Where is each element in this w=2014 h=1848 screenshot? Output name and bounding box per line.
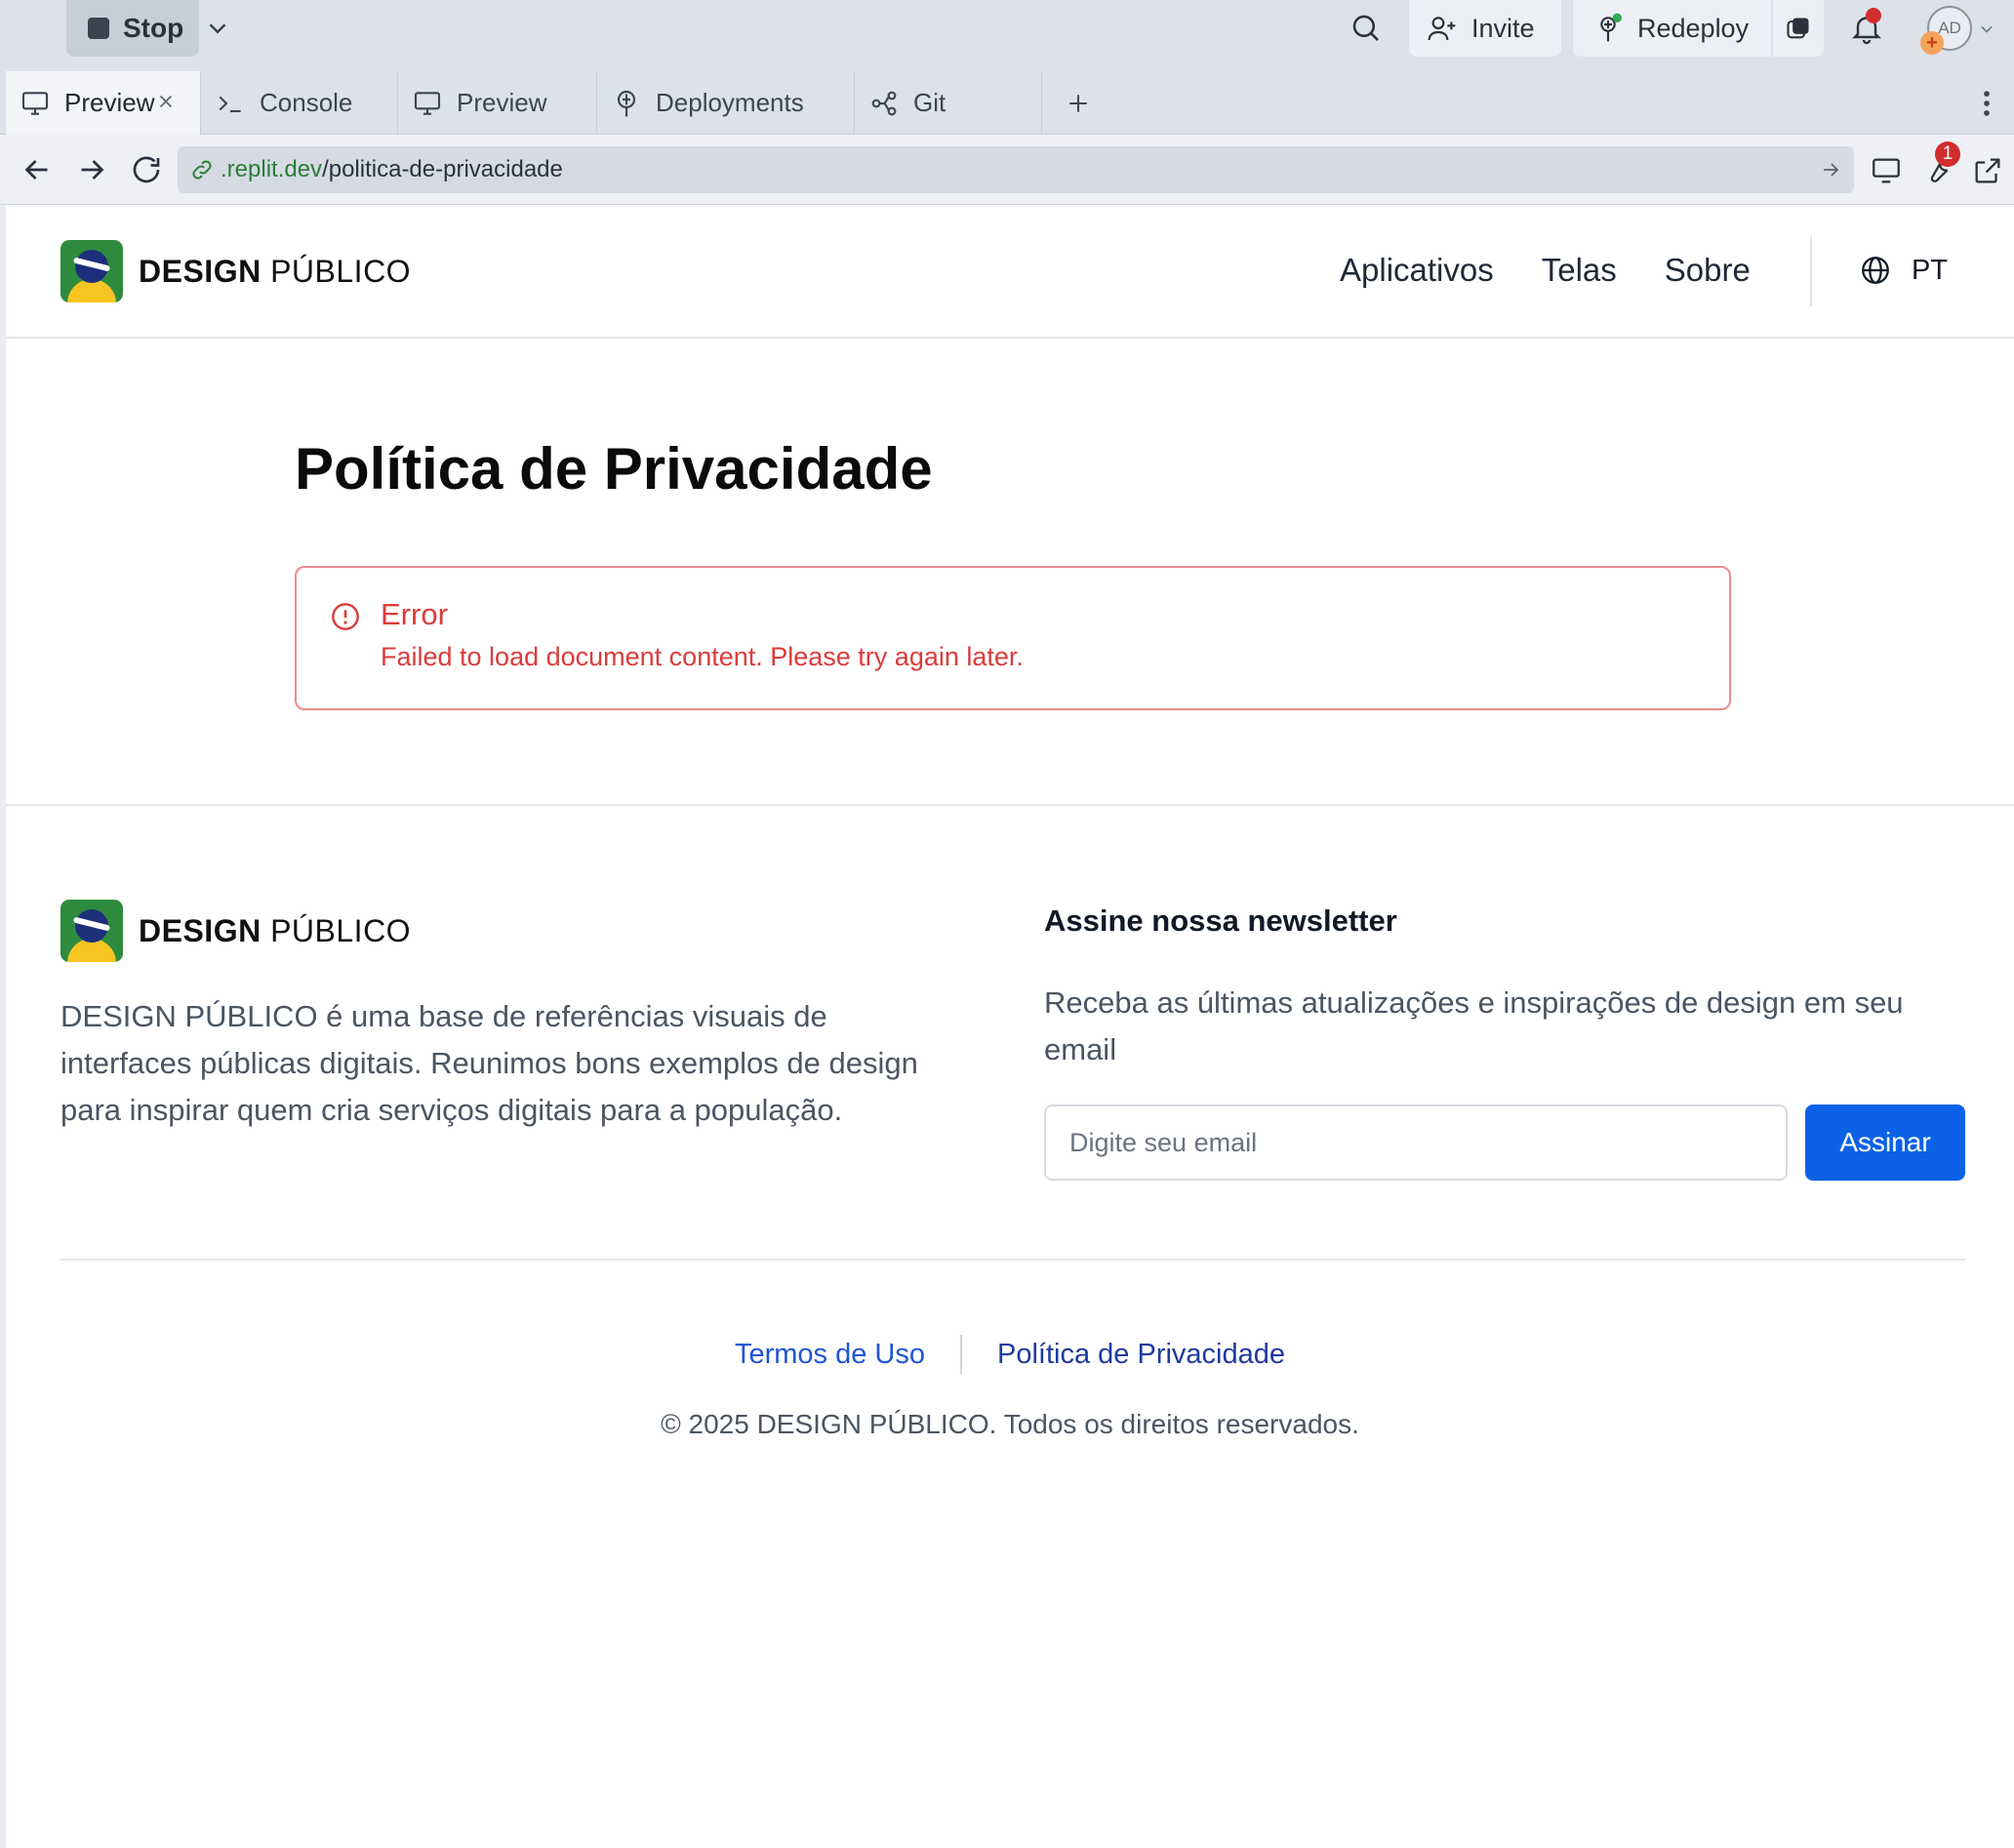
device-preview-icon[interactable] <box>1870 154 1903 187</box>
monitor-icon <box>21 91 49 115</box>
tab-preview-active[interactable]: Preview <box>6 71 201 135</box>
error-alert: Error Failed to load document content. P… <box>295 566 1731 710</box>
add-user-icon <box>1428 17 1456 41</box>
footer-divider <box>60 1259 1965 1261</box>
page-title: Política de Privacidade <box>295 436 933 502</box>
terms-link[interactable]: Termos de Uso <box>735 1339 925 1371</box>
monitor-icon <box>414 91 441 115</box>
main-nav: Aplicativos Telas Sobre <box>1340 252 1751 289</box>
toggle-pane-button[interactable] <box>1773 0 1824 57</box>
avatar-badge: + <box>1920 31 1944 55</box>
site-footer: DESIGN PÚBLICO DESIGN PÚBLICO é uma base… <box>6 804 2014 1848</box>
go-arrow-icon[interactable] <box>1819 158 1842 181</box>
stop-icon <box>88 18 109 39</box>
tab-console[interactable]: Console <box>201 71 398 135</box>
copyright: © 2025 DESIGN PÚBLICO. Todos os direitos… <box>661 1409 1359 1439</box>
brazil-flag-logo-icon <box>60 240 123 302</box>
reload-icon[interactable] <box>129 152 164 187</box>
close-icon[interactable] <box>155 91 177 112</box>
invite-button[interactable]: Invite <box>1409 0 1561 57</box>
add-tab-icon[interactable] <box>1064 89 1093 118</box>
chevron-down-icon[interactable] <box>1977 20 1996 39</box>
email-field[interactable] <box>1044 1105 1788 1181</box>
search-icon[interactable] <box>1349 12 1383 45</box>
url-bar[interactable]: .replit.dev/politica-de-privacidade <box>178 146 1854 193</box>
site-header: DESIGN PÚBLICO Aplicativos Telas Sobre P… <box>6 205 2014 339</box>
newsletter-description: Receba as últimas atualizações e inspira… <box>1044 985 1904 1066</box>
nav-telas[interactable]: Telas <box>1542 252 1617 289</box>
notification-dot <box>1866 8 1881 23</box>
tab-bar: Preview Console Preview Deployments Git <box>0 71 2014 135</box>
url-domain: .replit.dev <box>221 156 323 182</box>
alert-circle-icon <box>332 603 359 630</box>
redeploy-button[interactable]: Redeploy <box>1573 0 1771 57</box>
deployments-icon <box>1600 13 1622 42</box>
tab-git[interactable]: Git <box>855 71 1042 135</box>
devtools-badge: 1 <box>1935 141 1960 167</box>
footer-link-divider <box>960 1335 962 1374</box>
preview-url-row: .replit.dev/politica-de-privacidade <box>0 135 2014 205</box>
chevron-down-icon[interactable] <box>203 14 232 43</box>
error-message: Failed to load document content. Please … <box>381 642 1024 671</box>
url-path: /politica-de-privacidade <box>322 156 563 182</box>
brazil-flag-logo-icon <box>60 900 123 962</box>
nav-divider <box>1810 236 1812 306</box>
error-title: Error <box>381 597 448 631</box>
language-selector[interactable]: PT <box>1859 254 1948 287</box>
git-icon <box>871 91 897 115</box>
tab-deployments[interactable]: Deployments <box>597 71 855 135</box>
more-vertical-icon[interactable] <box>1979 87 1994 120</box>
nav-sobre[interactable]: Sobre <box>1665 252 1751 289</box>
terminal-icon <box>219 96 241 112</box>
site-logo[interactable]: DESIGN PÚBLICO <box>60 240 411 302</box>
footer-logo[interactable]: DESIGN PÚBLICO <box>60 900 411 962</box>
privacy-link[interactable]: Política de Privacidade <box>997 1339 1285 1371</box>
deployments-icon <box>617 90 636 116</box>
layers-icon <box>1787 18 1809 39</box>
footer-description: DESIGN PÚBLICO é uma base de referências… <box>60 999 918 1127</box>
forward-icon[interactable] <box>74 152 109 187</box>
nav-aplicativos[interactable]: Aplicativos <box>1340 252 1494 289</box>
site-preview: DESIGN PÚBLICO Aplicativos Telas Sobre P… <box>6 205 2014 1848</box>
back-icon[interactable] <box>20 152 55 187</box>
workspace-topbar: Stop Invite Redeploy AD + <box>0 0 2014 71</box>
open-external-icon[interactable] <box>1971 154 2004 187</box>
stop-button[interactable]: Stop <box>66 0 199 57</box>
link-icon <box>192 160 212 180</box>
subscribe-button[interactable]: Assinar <box>1805 1105 1965 1181</box>
tab-preview[interactable]: Preview <box>398 71 597 135</box>
globe-icon <box>1862 257 1889 284</box>
footer-links: Termos de Uso Política de Privacidade <box>6 1335 2014 1374</box>
newsletter-title: Assine nossa newsletter <box>1044 904 1397 938</box>
